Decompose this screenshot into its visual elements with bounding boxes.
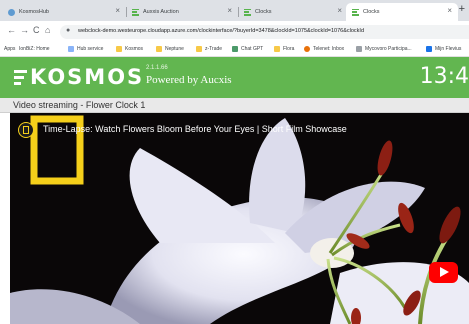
bookmark-chat-gpt[interactable]: Chat GPT: [232, 46, 263, 52]
tab-label: Clocks: [255, 9, 272, 15]
page-title-bar: Video streaming - Flower Clock 1: [0, 98, 469, 113]
browser-toolbar: ← → C ⌂ ● webclock-demo.westeurope.cloud…: [0, 21, 469, 43]
folder-icon: [116, 46, 122, 52]
bookmark-apps[interactable]: Apps: [4, 46, 15, 52]
app-version: 2.1.1.66: [146, 65, 168, 71]
folder-icon: [196, 46, 202, 52]
address-bar[interactable]: ● webclock-demo.westeurope.cloudapp.azur…: [60, 25, 469, 39]
video-frame: [10, 115, 469, 324]
close-icon[interactable]: ×: [115, 6, 120, 15]
new-tab-button[interactable]: +: [459, 3, 465, 15]
bookmark-telenet-inbox[interactable]: Telenet: Inbox: [304, 46, 344, 52]
telenet-icon: [304, 46, 310, 52]
bookmark-z-trade[interactable]: z-Trade: [196, 46, 222, 52]
tab-clocks-active[interactable]: Clocks ×: [346, 3, 458, 21]
kosmos-logo-text: KOSMOS: [30, 65, 145, 89]
folder-icon: [156, 46, 162, 52]
page-icon: [356, 46, 362, 52]
video-player[interactable]: Time-Lapse: Watch Flowers Bloom Before Y…: [10, 113, 469, 324]
kosmos-favicon-icon: [244, 8, 251, 16]
bookmarks-bar: Apps IonBiZ: Home Hub service Kosmos Nep…: [0, 43, 469, 57]
kosmos-favicon-icon: [132, 8, 139, 16]
folder-icon: [274, 46, 280, 52]
url-text: webclock-demo.westeurope.cloudapp.azure.…: [78, 28, 365, 34]
youtube-logo-icon[interactable]: [429, 262, 458, 283]
kosmos-logo[interactable]: KOSMOS: [14, 66, 144, 88]
kosmos-header: KOSMOS 2.1.1.66 Powered by Aucxis 13:4: [0, 57, 469, 98]
bookmark-mycovoro[interactable]: Mycovoro Participa...: [356, 46, 412, 52]
page-title: Video streaming - Flower Clock 1: [13, 100, 146, 110]
powered-by: Powered by Aucxis: [146, 74, 232, 86]
tab-auxxis-auction[interactable]: Auxxis Auction ×: [126, 3, 239, 21]
page-icon: [68, 46, 74, 52]
bookmark-flora[interactable]: Flora: [274, 46, 294, 52]
video-title[interactable]: Time-Lapse: Watch Flowers Bloom Before Y…: [43, 124, 347, 134]
page-icon: [426, 46, 432, 52]
kosmoshub-favicon-icon: [8, 8, 15, 16]
bookmark-ionbiz[interactable]: IonBiZ: Home: [19, 46, 50, 52]
forward-icon[interactable]: →: [20, 25, 29, 35]
back-icon[interactable]: ←: [7, 25, 16, 35]
bookmark-hub-service[interactable]: Hub service: [68, 46, 103, 52]
tab-label: Clocks: [363, 9, 380, 15]
bookmark-neptune[interactable]: Neptune: [156, 46, 184, 52]
chatgpt-icon: [232, 46, 238, 52]
home-icon[interactable]: ⌂: [45, 25, 50, 35]
channel-logo-icon[interactable]: [18, 122, 34, 138]
tab-clocks[interactable]: Clocks ×: [238, 3, 348, 21]
lock-icon: ●: [66, 27, 71, 34]
close-icon[interactable]: ×: [447, 6, 452, 15]
kosmos-favicon-icon: [352, 8, 359, 16]
close-icon[interactable]: ×: [227, 6, 232, 15]
tab-kosmoshub[interactable]: KosmosHub ×: [2, 3, 127, 21]
tab-label: KosmosHub: [19, 9, 49, 15]
bookmark-kosmos[interactable]: Kosmos: [116, 46, 143, 52]
reload-icon[interactable]: C: [33, 25, 40, 35]
tab-label: Auxxis Auction: [143, 9, 179, 15]
browser-tab-strip: KosmosHub × Auxxis Auction × Clocks × Cl…: [0, 0, 469, 21]
close-icon[interactable]: ×: [337, 6, 342, 15]
kosmos-logo-icon: [14, 69, 27, 85]
bookmark-mijn-flevius[interactable]: Mijn Flevius: [426, 46, 461, 52]
header-clock: 13:4: [419, 64, 469, 89]
